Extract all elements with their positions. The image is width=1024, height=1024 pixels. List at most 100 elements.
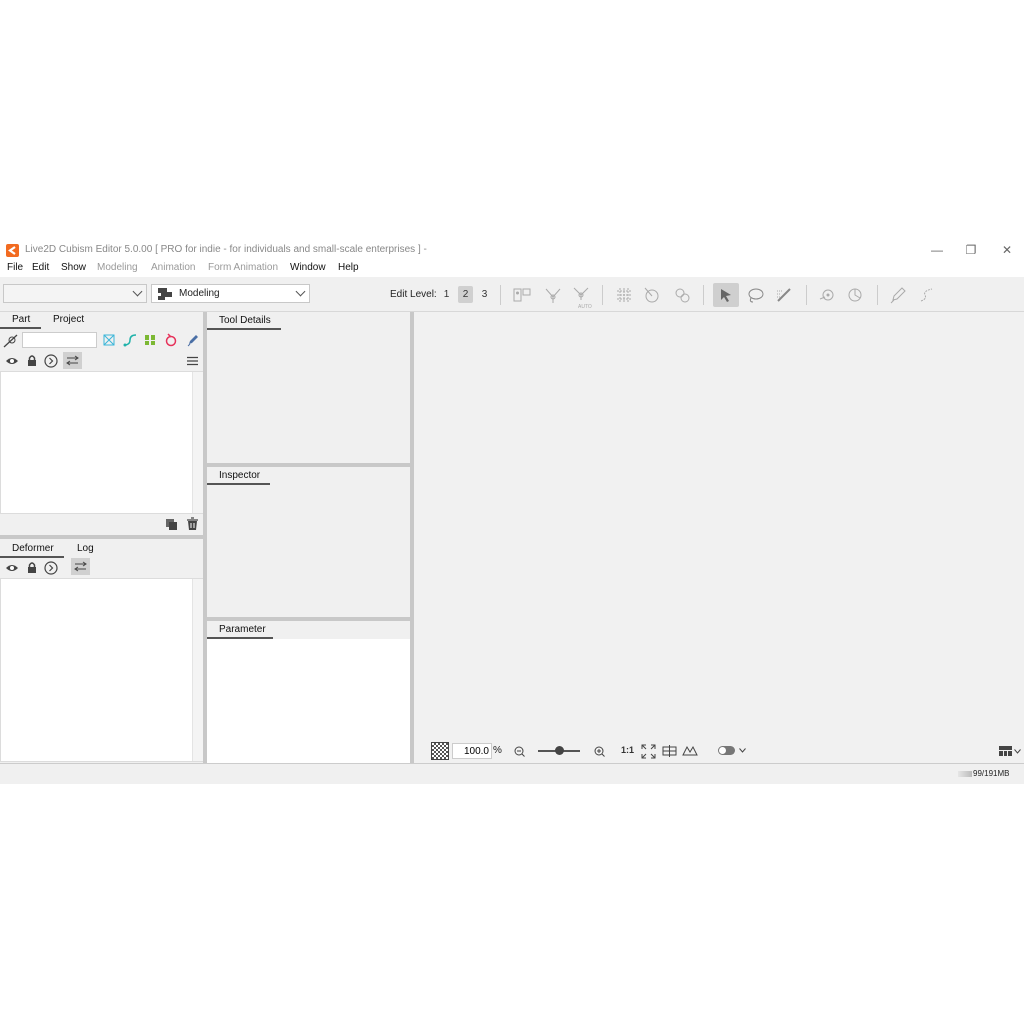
tab-tool-details[interactable]: Tool Details [219,315,271,326]
eye-icon[interactable] [5,562,19,574]
part-group-icon[interactable] [143,333,157,347]
menu-edit[interactable]: Edit [32,262,49,273]
chevron-down-icon [295,286,306,297]
zoom-slider-handle[interactable] [554,746,564,755]
menu-help[interactable]: Help [338,262,359,273]
expand-circle-icon[interactable] [44,354,58,368]
viewport-toolbar: % 1:1 [414,740,1024,763]
hamburger-menu-icon[interactable] [187,356,198,366]
lock-icon[interactable] [26,354,38,367]
menu-animation[interactable]: Animation [151,262,195,273]
display-toggle[interactable] [718,746,735,755]
panel-splitter[interactable] [0,535,204,539]
fit-to-screen-icon[interactable] [641,744,656,759]
link-icon[interactable] [122,333,138,347]
lock-icon[interactable] [26,561,38,574]
close-button[interactable]: ✕ [994,242,1020,258]
tab-project[interactable]: Project [53,314,84,325]
edit-level-2[interactable]: 2 [458,286,473,303]
chevron-down-icon[interactable] [1014,749,1021,754]
deformer-list-scrollbar[interactable] [192,579,203,761]
title-bar: Live2D Cubism Editor 5.0.00 [ PRO for in… [0,240,1024,260]
maximize-button[interactable]: ❐ [958,242,984,258]
tab-deformer[interactable]: Deformer [12,543,54,554]
tool-details-panel: Tool Details [207,312,410,463]
trash-icon[interactable] [186,517,199,531]
chevron-down-icon[interactable] [739,748,746,753]
tab-inspector[interactable]: Inspector [219,470,260,481]
pen-icon[interactable] [186,333,200,347]
clear-filter-icon[interactable] [2,333,20,349]
canvas-viewport[interactable]: % 1:1 [414,312,1024,763]
deform-brush-icon[interactable] [845,285,865,305]
zoom-input[interactable] [452,743,492,759]
expand-circle-icon[interactable] [44,561,58,575]
sync-toggle-button[interactable] [71,558,90,575]
parameter-list[interactable] [207,639,410,763]
zoom-unit: % [493,745,502,756]
toolbar-separator [877,285,878,305]
arrow-tool-button[interactable] [713,283,739,307]
duplicate-icon[interactable] [165,518,178,531]
part-list-scrollbar[interactable] [192,372,203,513]
guide-grid-icon[interactable] [662,744,677,758]
parameter-panel: Parameter [207,621,410,763]
curve-tool-icon[interactable] [917,285,937,305]
menu-file[interactable]: File [7,262,23,273]
deform-path-icon[interactable] [817,285,837,305]
document-select[interactable] [3,284,147,303]
sync-toggle-button[interactable] [63,352,82,369]
camera-view-icon[interactable] [682,744,698,758]
zoom-slider[interactable] [538,746,580,755]
brush-selection-icon[interactable] [774,285,794,305]
zoom-out-icon[interactable] [514,746,525,757]
part-panel: Part Project [0,312,204,534]
active-tab-indicator [207,328,281,330]
memory-meter [958,771,972,777]
active-tab-indicator [0,556,64,558]
lasso-tool-icon[interactable] [745,285,765,305]
menu-show[interactable]: Show [61,262,86,273]
part-tree-list[interactable] [0,371,203,514]
auto-label: AUTO [578,304,592,310]
art-mesh-icon[interactable] [102,333,116,347]
toggle-knob [719,747,726,754]
texture-atlas-icon[interactable] [512,285,532,305]
menu-modeling[interactable]: Modeling [97,262,138,273]
part-search-input[interactable] [22,332,97,348]
toolbar-separator [500,285,501,305]
window-title: Live2D Cubism Editor 5.0.00 [ PRO for in… [25,244,427,255]
edit-level-1[interactable]: 1 [439,286,454,303]
actual-size-button[interactable]: 1:1 [621,745,634,755]
arrow-tool-icon [721,289,731,302]
minimize-button[interactable]: — [924,242,950,258]
zoom-in-icon[interactable] [594,746,605,757]
auto-mesh-icon[interactable] [571,285,591,305]
main-toolbar: Modeling Edit Level: 1 2 3 AUTO [0,277,1024,312]
active-tab-indicator [207,483,270,485]
chevron-down-icon [132,286,143,297]
rotation-deformer-icon[interactable] [672,285,692,305]
deformer-panel: Deformer Log [0,540,204,762]
toolbar-separator [602,285,603,305]
menu-form-animation[interactable]: Form Animation [208,262,278,273]
edit-level-label: Edit Level: [390,289,437,300]
rotation-icon[interactable] [164,333,178,347]
warp-deformer-icon[interactable] [642,285,662,305]
eye-icon[interactable] [5,355,19,367]
modeling-workspace-icon [158,288,172,300]
pen-tool-icon[interactable] [888,285,908,305]
swap-arrows-icon [66,355,79,366]
tab-parameter[interactable]: Parameter [219,624,266,635]
edit-level-3[interactable]: 3 [477,286,492,303]
toolbar-separator [806,285,807,305]
tab-log[interactable]: Log [77,543,94,554]
tab-part[interactable]: Part [12,314,30,325]
background-checker-button[interactable] [431,742,449,760]
workspace-select[interactable]: Modeling [151,284,310,303]
glue-icon[interactable] [543,285,563,305]
mesh-grid-icon[interactable] [614,285,634,305]
deformer-tree-list[interactable] [0,578,203,762]
layout-icon[interactable] [999,746,1012,756]
menu-window[interactable]: Window [290,262,326,273]
